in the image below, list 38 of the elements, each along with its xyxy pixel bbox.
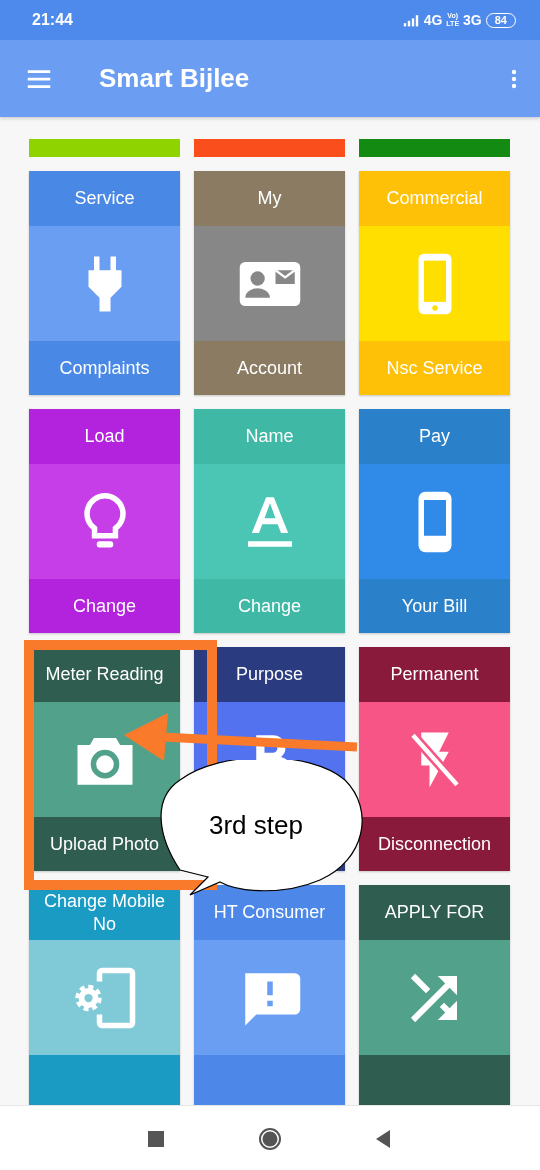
tile-body[interactable] bbox=[29, 226, 180, 341]
tile-header[interactable]: Load bbox=[29, 409, 180, 464]
tile-body[interactable] bbox=[194, 464, 345, 579]
tile-footer[interactable] bbox=[29, 1055, 180, 1105]
tile-footer[interactable]: Your Bill bbox=[359, 579, 510, 633]
tile-footer[interactable]: Change bbox=[29, 579, 180, 633]
tile-footer[interactable] bbox=[359, 1055, 510, 1105]
tile-body[interactable] bbox=[359, 702, 510, 817]
home-icon[interactable] bbox=[258, 1126, 282, 1151]
callout-text: 3rd step bbox=[209, 810, 303, 841]
tile-body[interactable] bbox=[194, 226, 345, 341]
tile-body[interactable] bbox=[29, 940, 180, 1055]
tile-strip[interactable] bbox=[359, 139, 510, 157]
tile-strip[interactable] bbox=[29, 139, 180, 157]
tile-footer[interactable]: Disconnection bbox=[359, 817, 510, 871]
tile-footer[interactable]: Account bbox=[194, 341, 345, 395]
tile-body[interactable] bbox=[359, 226, 510, 341]
clock-time: 21:44 bbox=[32, 11, 73, 29]
tile-footer[interactable]: Complaints bbox=[29, 341, 180, 395]
network-label: 3G bbox=[463, 12, 482, 28]
tile-header[interactable]: Purpose bbox=[194, 647, 345, 702]
tile-body[interactable] bbox=[194, 940, 345, 1055]
signal-icon bbox=[401, 12, 420, 28]
tile-header[interactable]: Name bbox=[194, 409, 345, 464]
network-label: 4G bbox=[423, 12, 443, 28]
tile-body[interactable] bbox=[359, 464, 510, 579]
tile-footer[interactable] bbox=[194, 1055, 345, 1105]
tile-header[interactable]: APPLY FOR bbox=[359, 885, 510, 940]
tile-footer[interactable]: Change bbox=[194, 579, 345, 633]
tile-header[interactable]: My bbox=[194, 171, 345, 226]
tile-body[interactable] bbox=[359, 940, 510, 1055]
app-title: Smart Bijlee bbox=[99, 63, 251, 94]
tile-header[interactable]: HT Consumer bbox=[194, 885, 345, 940]
tile-header[interactable]: Service bbox=[29, 171, 180, 226]
tile-body[interactable] bbox=[29, 464, 180, 579]
tile-header[interactable]: Pay bbox=[359, 409, 510, 464]
tile-strip[interactable] bbox=[194, 139, 345, 157]
tile-header[interactable]: Permanent bbox=[359, 647, 510, 702]
